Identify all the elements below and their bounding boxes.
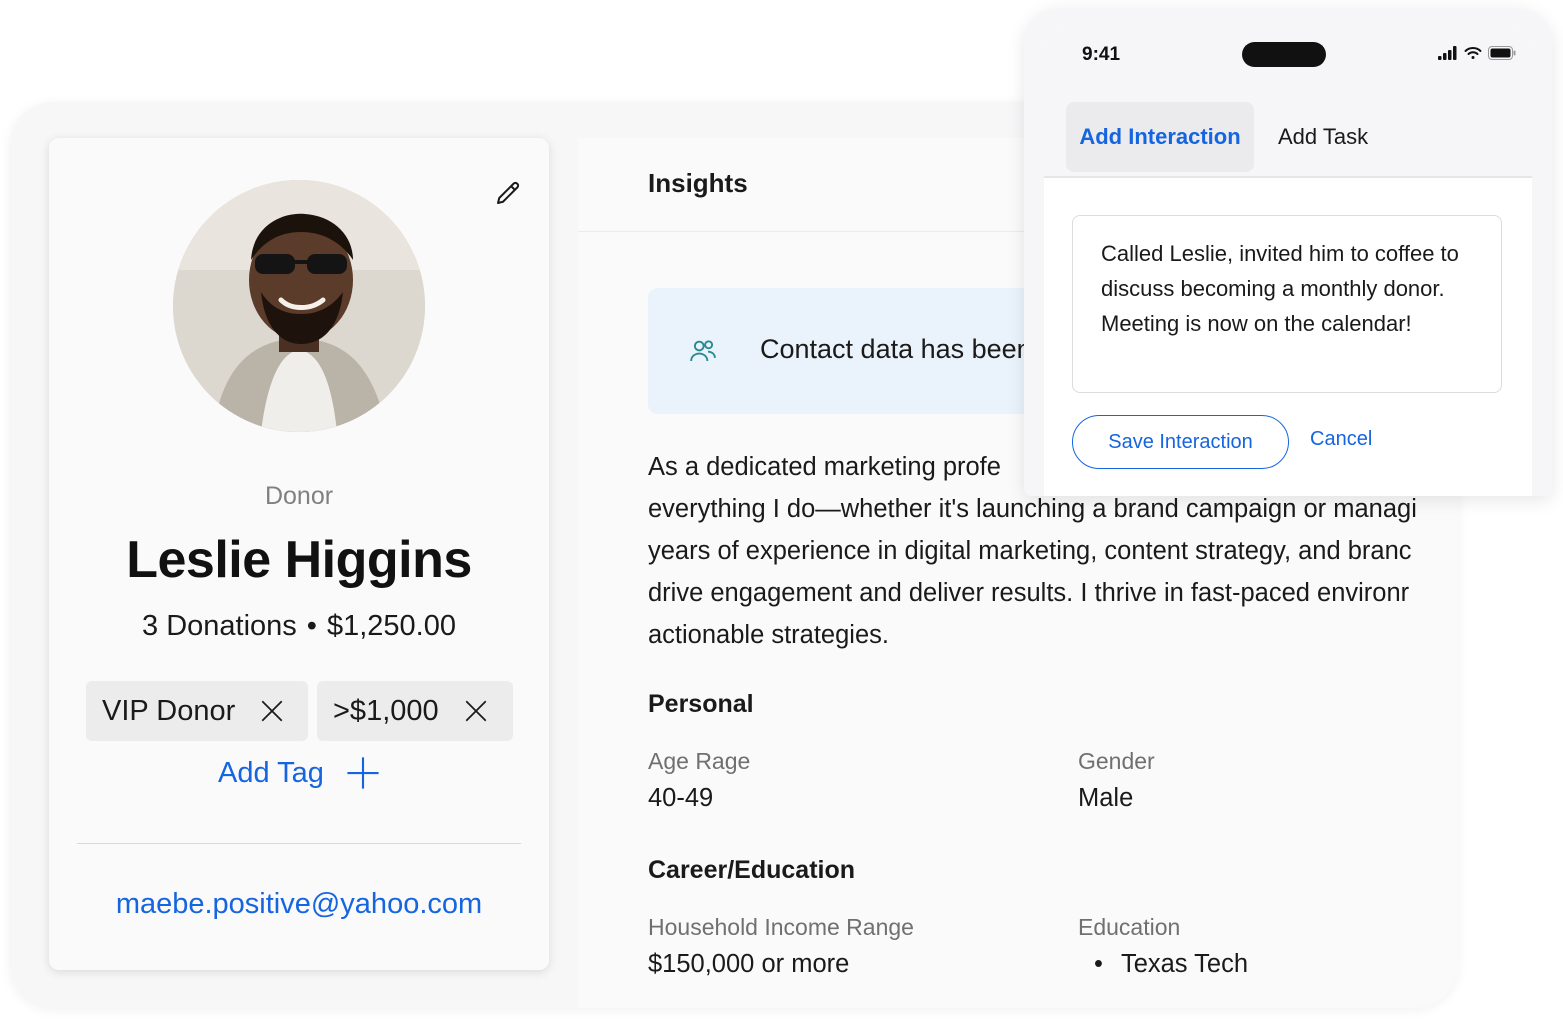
wifi-icon: [1464, 47, 1482, 59]
bio-line: years of experience in digital marketing…: [648, 537, 1412, 565]
people-icon: [690, 340, 716, 362]
avatar: [173, 180, 425, 432]
status-icons: [1438, 46, 1516, 60]
close-icon: [261, 700, 283, 722]
income-value: $150,000 or more: [648, 950, 850, 978]
status-time: 9:41: [1082, 44, 1121, 65]
status-bar: 9:41: [1044, 28, 1532, 92]
education-value: Texas Tech: [1078, 950, 1248, 979]
interaction-tab-bar: Add Interaction Add Task: [1044, 92, 1532, 178]
email-link[interactable]: maebe.positive@yahoo.com: [49, 888, 549, 921]
tag-label: >$1,000: [333, 694, 439, 727]
bio-line: drive engagement and deliver results. I …: [648, 579, 1410, 607]
personal-section-title: Personal: [648, 690, 754, 718]
tag-label: VIP Donor: [102, 694, 236, 727]
phone-screen: 9:41 Add Interaction Add Task Called Les…: [1044, 28, 1532, 496]
education-label: Education: [1078, 914, 1181, 940]
profile-card: Donor Leslie Higgins 3 Donations • $1,250.…: [49, 138, 549, 970]
close-icon: [465, 700, 487, 722]
plus-icon: [347, 757, 379, 789]
bio-line: actionable strategies.: [648, 621, 889, 649]
save-interaction-button[interactable]: Save Interaction: [1072, 415, 1289, 469]
tab-add-interaction[interactable]: Add Interaction: [1066, 102, 1254, 172]
donation-total: $1,250.00: [326, 610, 456, 642]
add-tag-button[interactable]: Add Tag: [49, 756, 549, 790]
pencil-icon: [497, 181, 520, 204]
remove-tag-button[interactable]: [463, 698, 489, 724]
avatar-photo: [173, 180, 425, 432]
notice-text: Contact data has been: [760, 334, 1032, 364]
tab-add-task[interactable]: Add Task: [1278, 102, 1368, 172]
signal-icon: [1438, 46, 1457, 60]
battery-icon: [1488, 46, 1516, 60]
donation-summary: 3 Donations • $1,250.00: [49, 610, 549, 643]
age-value: 40-49: [648, 784, 714, 812]
cancel-button[interactable]: Cancel: [1310, 428, 1372, 451]
income-label: Household Income Range: [648, 914, 914, 940]
dynamic-island: [1242, 42, 1326, 67]
age-label: Age Rage: [648, 748, 751, 774]
insights-title: Insights: [648, 168, 748, 198]
career-section-title: Career/Education: [648, 856, 856, 884]
tag-vip-donor: VIP Donor: [86, 681, 308, 741]
phone-frame: 9:41 Add Interaction Add Task Called Les…: [1024, 8, 1552, 496]
add-tag-label: Add Tag: [218, 756, 324, 789]
gender-value: Male: [1078, 784, 1134, 812]
remove-tag-button[interactable]: [259, 698, 285, 724]
divider: [77, 843, 521, 844]
role-label: Donor: [264, 482, 334, 510]
donation-count: 3 Donations: [142, 610, 297, 642]
tag-over-1000: >$1,000: [317, 681, 513, 741]
edit-profile-button[interactable]: [491, 176, 525, 210]
gender-label: Gender: [1078, 748, 1155, 774]
person-name: Leslie Higgins: [126, 531, 472, 589]
interaction-note-input[interactable]: Called Leslie, invited him to coffee to …: [1072, 215, 1502, 393]
separator-dot: •: [306, 610, 317, 642]
